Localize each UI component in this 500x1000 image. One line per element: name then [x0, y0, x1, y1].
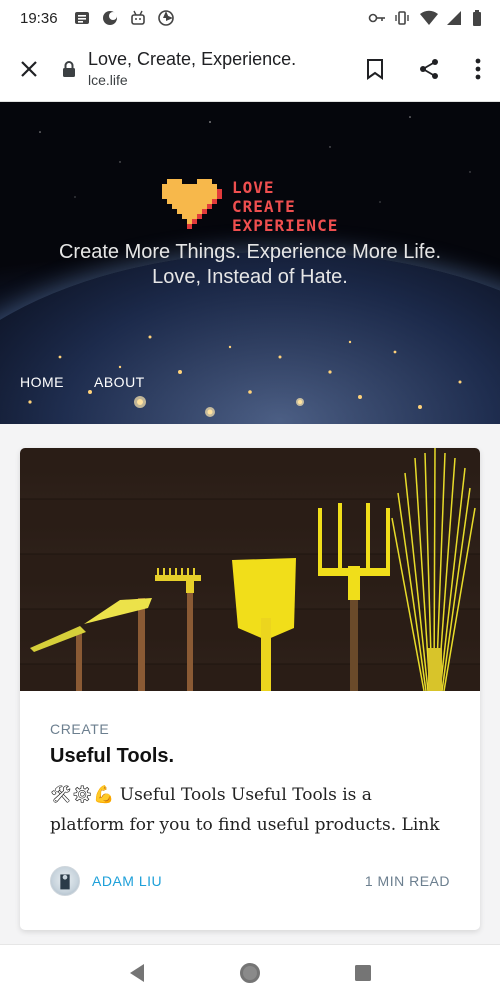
- post-feature-image[interactable]: [20, 448, 480, 691]
- avatar-image: [60, 874, 70, 890]
- excerpt-emoji: 🛠⚙💪: [50, 785, 115, 805]
- close-icon: [21, 60, 37, 77]
- more-vert-icon: [475, 58, 481, 79]
- nav-about-link[interactable]: ABOUT: [94, 374, 145, 390]
- post-meta: ADAM LIU 1 MIN READ: [50, 866, 450, 896]
- moon-icon: [102, 10, 118, 26]
- share-icon: [420, 58, 438, 79]
- recents-square-icon: [355, 964, 372, 981]
- post-excerpt[interactable]: 🛠⚙💪 Useful Tools Useful Tools is a platf…: [50, 780, 450, 840]
- site-header-hero: LOVE CREATE EXPERIENCE Create More Thing…: [0, 102, 500, 424]
- reading-time: 1 MIN READ: [364, 873, 450, 889]
- post-title[interactable]: Useful Tools.: [50, 745, 450, 768]
- news-icon: [74, 10, 90, 26]
- garden-tools-image: [30, 448, 476, 691]
- site-nav: HOME ABOUT: [20, 374, 145, 390]
- site-tagline: Create More Things. Experience More Life…: [0, 240, 500, 290]
- bookmark-button[interactable]: [348, 36, 402, 102]
- share-button[interactable]: [402, 36, 456, 102]
- page-title: Love, Create, Experience.: [88, 49, 297, 69]
- status-bar: 19:36: [0, 0, 500, 36]
- close-tab-button[interactable]: [0, 36, 58, 102]
- pixel-heart-icon: [162, 179, 222, 229]
- vibrate-icon: [394, 10, 410, 26]
- android-icon: [130, 10, 146, 26]
- recents-button[interactable]: [343, 953, 383, 993]
- page-url: lce.life: [88, 72, 128, 88]
- wifi-icon: [420, 10, 438, 26]
- author-avatar[interactable]: [50, 866, 80, 896]
- bookmark-icon: [367, 58, 383, 80]
- tagline-line-1: Create More Things. Experience More Life…: [58, 241, 442, 263]
- post-tag[interactable]: CREATE: [50, 721, 450, 737]
- logo-line-love: LOVE: [232, 178, 275, 197]
- back-button[interactable]: [117, 953, 157, 993]
- back-triangle-icon: [129, 963, 144, 982]
- key-icon: [368, 10, 385, 26]
- tagline-line-2: Love, Instead of Hate.: [152, 266, 348, 288]
- battery-icon: [472, 10, 488, 26]
- home-circle-icon: [239, 962, 260, 983]
- system-nav-bar: [0, 944, 500, 1000]
- signal-icon: [446, 10, 462, 26]
- status-time: 19:36: [20, 9, 58, 27]
- post-card[interactable]: CREATE Useful Tools. 🛠⚙💪 Useful Tools Us…: [20, 448, 480, 930]
- page-title-area[interactable]: Love, Create, Experience. lce.life: [88, 49, 348, 88]
- aperture-icon: [157, 10, 174, 26]
- site-logo[interactable]: LOVE CREATE EXPERIENCE: [162, 178, 338, 235]
- more-options-button[interactable]: [456, 36, 500, 102]
- nav-home-link[interactable]: HOME: [20, 374, 64, 390]
- logo-line-experience: EXPERIENCE: [232, 216, 339, 235]
- logo-line-create: CREATE: [232, 197, 296, 216]
- browser-toolbar: Love, Create, Experience. lce.life: [0, 36, 500, 102]
- logo-text: LOVE CREATE EXPERIENCE: [232, 178, 338, 235]
- lock-icon[interactable]: [58, 60, 80, 78]
- home-button[interactable]: [230, 953, 270, 993]
- author-name[interactable]: ADAM LIU: [92, 873, 162, 889]
